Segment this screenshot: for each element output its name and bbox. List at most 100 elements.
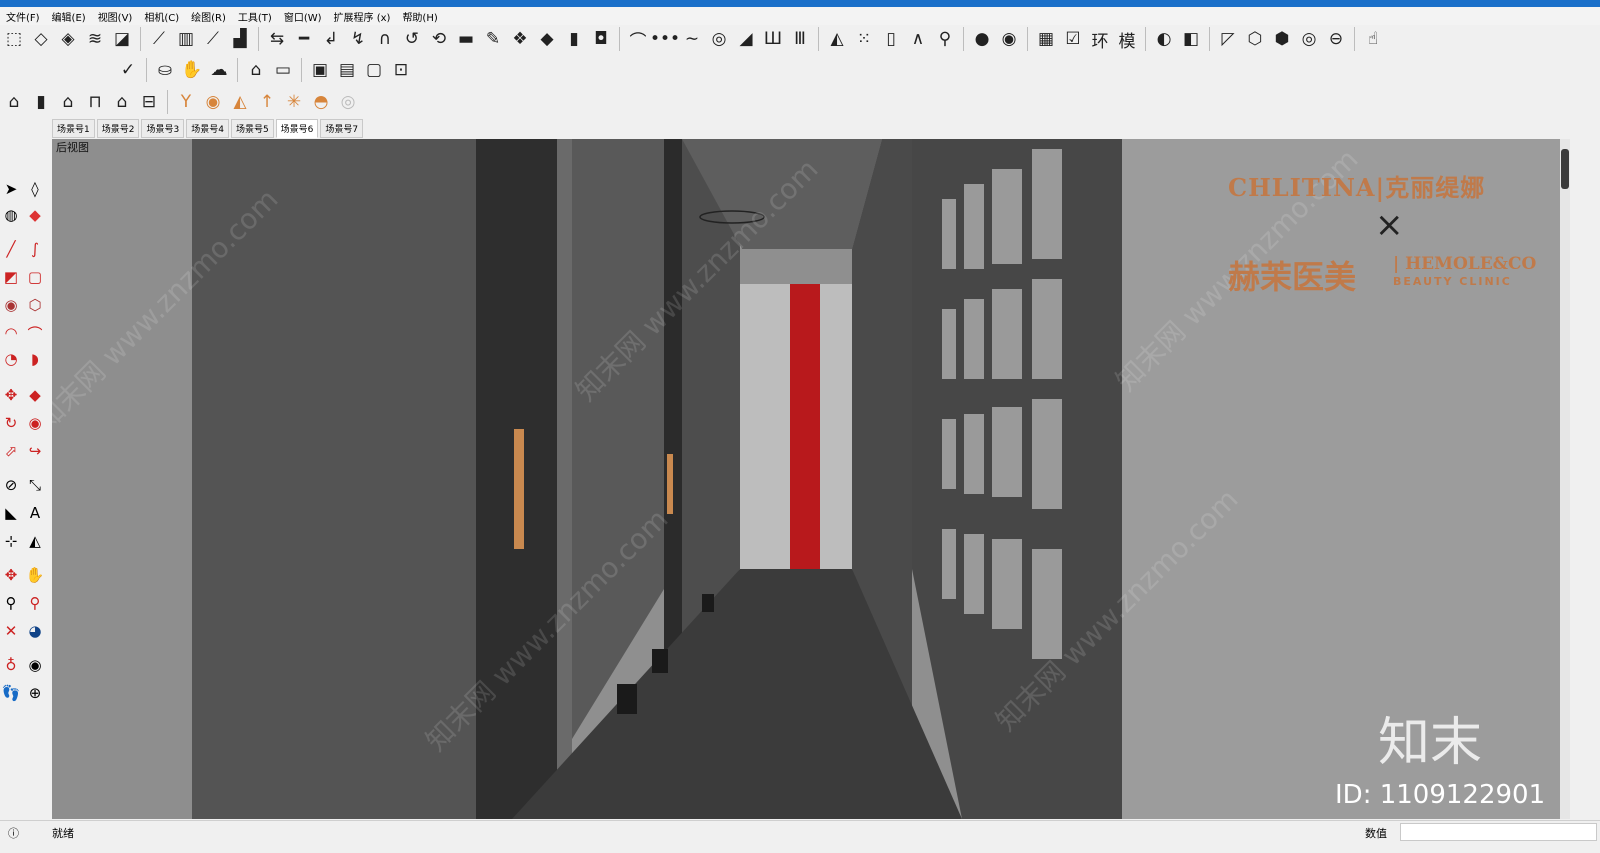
box2-icon[interactable]: ◈	[56, 27, 80, 51]
window2-icon[interactable]: ▤	[335, 58, 359, 82]
look-around-icon[interactable]: ◉	[24, 654, 46, 676]
line-icon[interactable]: ━	[292, 27, 316, 51]
stairs-icon[interactable]: ⟋	[147, 27, 171, 51]
curve-icon[interactable]: ↯	[346, 27, 370, 51]
tab-scene-7[interactable]: 场景号7	[320, 119, 364, 138]
view1-icon[interactable]: ◸	[1216, 27, 1240, 51]
menu-camera[interactable]: 相机(C)	[138, 7, 185, 25]
cone-icon[interactable]: ◭	[228, 90, 252, 114]
circle2-icon[interactable]: ◉	[997, 27, 1021, 51]
zoom-window-icon[interactable]: ⚲	[24, 592, 46, 614]
eraser-icon[interactable]: ◆	[24, 204, 46, 226]
freehand-icon[interactable]: ∫	[24, 238, 46, 260]
spark-icon[interactable]: ✳	[282, 90, 306, 114]
3d-viewport[interactable]: 知末网 www.znzmo.com 知末网 www.znzmo.com 知末网 …	[52, 139, 1562, 819]
compass-icon[interactable]: ∧	[906, 27, 930, 51]
cloud-icon[interactable]: ☁	[207, 58, 231, 82]
shell-icon[interactable]: ◓	[309, 90, 333, 114]
viewport-scrollbar[interactable]	[1560, 139, 1570, 819]
tab-scene-2[interactable]: 场景号2	[96, 119, 140, 138]
circle-icon[interactable]: ●	[970, 27, 994, 51]
paint-icon[interactable]: ◪	[110, 27, 134, 51]
text-icon[interactable]: A	[24, 502, 46, 524]
ring-icon[interactable]: 环	[1088, 27, 1112, 52]
ramp-icon[interactable]: ⟋	[201, 27, 225, 51]
lamp-icon[interactable]: Y	[174, 90, 198, 114]
followme-icon[interactable]: ◉	[24, 412, 46, 434]
tab-scene-4[interactable]: 场景号4	[186, 119, 229, 138]
menu-file[interactable]: 文件(F)	[0, 7, 46, 25]
broom-icon[interactable]: ⚲	[933, 27, 957, 51]
window-icon[interactable]: ▣	[308, 58, 332, 82]
lock-icon[interactable]: ⊡	[389, 58, 413, 82]
select-icon[interactable]: ⬚	[2, 27, 26, 51]
triangle-icon[interactable]: ◭	[825, 27, 849, 51]
check-icon[interactable]: ☑	[1061, 27, 1085, 51]
pushpull-icon[interactable]: ◆	[24, 384, 46, 406]
scale-icon[interactable]: ⬀	[0, 440, 22, 462]
tab-scene-6[interactable]: 场景号6	[275, 119, 319, 138]
spline-icon[interactable]: ∩	[373, 27, 397, 51]
spiral-icon[interactable]: ◎	[707, 27, 731, 51]
polygon-icon[interactable]: ⬡	[24, 294, 46, 316]
pan-icon[interactable]: ✋	[24, 564, 46, 586]
menu-window[interactable]: 窗口(W)	[278, 7, 328, 25]
arrow-select-icon[interactable]: ➤	[0, 178, 22, 200]
rotated-rect-icon[interactable]: ▢	[24, 266, 46, 288]
table-icon[interactable]: ▦	[1034, 27, 1058, 51]
house-icon[interactable]: ⌂	[2, 90, 26, 114]
touch-icon[interactable]: ☝	[1361, 27, 1385, 51]
stack-icon[interactable]: ❖	[508, 27, 532, 51]
tab-scene-3[interactable]: 场景号3	[141, 119, 185, 138]
comb-icon[interactable]: Ш	[761, 27, 785, 51]
grid-icon[interactable]: ⁙	[852, 27, 876, 51]
menu-view[interactable]: 视图(V)	[92, 7, 139, 25]
offset-icon[interactable]: ⟲	[427, 27, 451, 51]
sandbox-icon[interactable]: ≋	[83, 27, 107, 51]
arch-icon[interactable]: ⌒	[626, 27, 650, 52]
cube-icon[interactable]: ▮	[562, 27, 586, 51]
sphere-icon[interactable]: ◐	[1152, 27, 1176, 51]
pen-icon[interactable]: ✎	[481, 27, 505, 51]
menu-edit[interactable]: 编辑(E)	[46, 7, 92, 25]
arc-icon[interactable]: ↲	[319, 27, 343, 51]
wall-icon[interactable]: ▮	[29, 90, 53, 114]
dots-icon[interactable]: •••	[650, 27, 680, 51]
orbit-icon[interactable]: ✥	[0, 564, 22, 586]
loop-icon[interactable]: ↺	[400, 27, 424, 51]
umbrella-icon[interactable]: ↑	[255, 90, 279, 114]
validate-icon[interactable]: ✓	[116, 58, 140, 82]
bucket-icon[interactable]: ⛀	[153, 58, 177, 82]
zoom-icon[interactable]: ⚲	[0, 592, 22, 614]
chart-icon[interactable]: ▟	[228, 27, 252, 51]
wave-icon[interactable]: ∼	[680, 27, 704, 51]
plane-icon[interactable]: ▬	[454, 27, 478, 51]
group-icon[interactable]: ◧	[1179, 27, 1203, 51]
brush-icon[interactable]: ◢	[734, 27, 758, 51]
hand-icon[interactable]: ✋	[180, 58, 204, 82]
rectangle-icon[interactable]: ◩	[0, 266, 22, 288]
arc-tool-icon[interactable]: ◠	[0, 322, 22, 344]
book-icon[interactable]: ▯	[879, 27, 903, 51]
view5-icon[interactable]: ⊖	[1324, 27, 1348, 51]
arc2-icon[interactable]: ⌒	[24, 322, 46, 344]
garage-icon[interactable]: ⊓	[83, 90, 107, 114]
window3-icon[interactable]: ▢	[362, 58, 386, 82]
offset-tool-icon[interactable]: ↪	[24, 440, 46, 462]
info-icon[interactable]: ⓘ	[8, 825, 19, 841]
paint-bucket-icon[interactable]: ◍	[0, 204, 22, 226]
menu-extensions[interactable]: 扩展程序 (x)	[328, 7, 397, 25]
pencil-icon[interactable]: ╱	[0, 238, 22, 260]
section-plane-icon[interactable]: ⊕	[24, 682, 46, 704]
column-icon[interactable]: Ⅲ	[788, 27, 812, 51]
shop-icon[interactable]: ⊟	[137, 90, 161, 114]
sun-icon[interactable]: ◉	[201, 90, 225, 114]
roof-icon[interactable]: ⌂	[244, 58, 268, 82]
dimension-icon[interactable]: ⤡	[24, 474, 46, 496]
rotate-icon[interactable]: ↻	[0, 412, 22, 434]
walk-icon[interactable]: 👣	[0, 682, 22, 704]
protractor-icon[interactable]: ◣	[0, 502, 22, 524]
menu-tools[interactable]: 工具(T)	[232, 7, 278, 25]
layers-icon[interactable]: ◆	[535, 27, 559, 51]
position-camera-icon[interactable]: ♁	[0, 654, 22, 676]
